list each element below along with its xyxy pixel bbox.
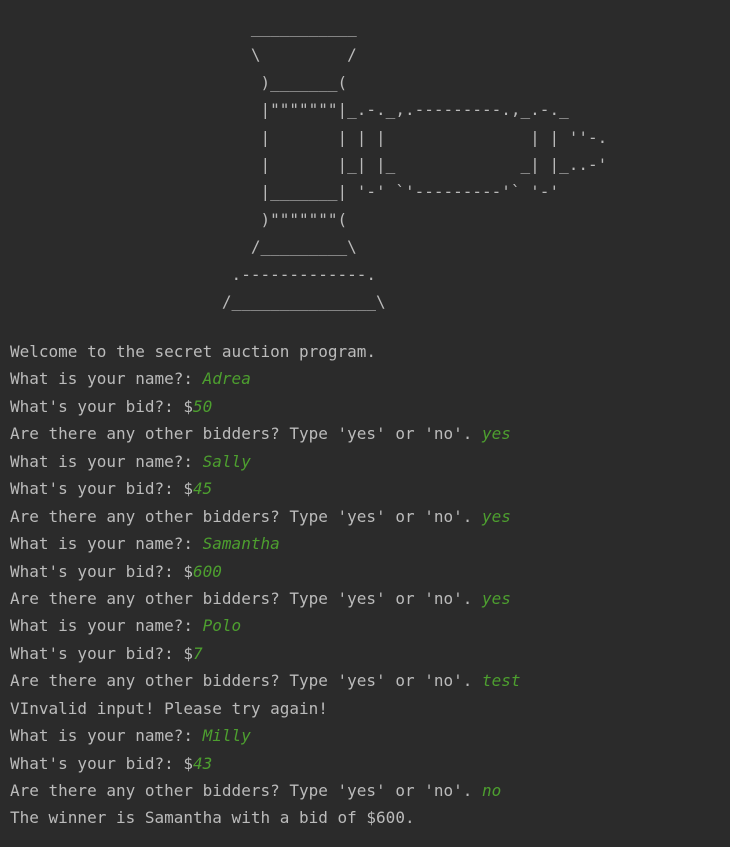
user-input: Polo xyxy=(202,616,242,636)
console-text: Welcome to the secret auction program. xyxy=(10,342,377,361)
console-text: What's your bid?: $ xyxy=(10,643,194,663)
console-text: Are there any other bidders? Type 'yes' … xyxy=(10,781,483,800)
winner-line: The winner is Samantha with a bid of $60… xyxy=(10,804,720,831)
ascii-line: ___________ xyxy=(10,18,357,37)
console-text: The winner is Samantha with a bid of $60… xyxy=(10,808,415,828)
console-text: What is your name?: xyxy=(10,726,203,746)
ascii-line: /_________\ xyxy=(10,237,357,257)
bid-prompt-line: What's your bid?: $45 xyxy=(10,475,720,502)
user-input: Milly xyxy=(202,726,251,746)
console-transcript: Welcome to the secret auction program. W… xyxy=(10,338,720,832)
name-prompt-line: What is your name?: Polo xyxy=(10,612,720,639)
user-input: test xyxy=(482,671,521,691)
user-input: yes xyxy=(482,424,511,444)
other-bidders-prompt-line: Are there any other bidders? Type 'yes' … xyxy=(10,777,720,804)
user-input: 43 xyxy=(193,753,213,773)
other-bidders-prompt-line: Are there any other bidders? Type 'yes' … xyxy=(10,503,720,530)
console-text: Are there any other bidders? Type 'yes' … xyxy=(10,588,483,608)
ascii-line: |"""""""|_.-._,.---------.,_.-._ xyxy=(10,100,569,120)
name-prompt-line: What is your name?: Sally xyxy=(10,448,720,475)
ascii-line: .-------------. xyxy=(10,264,377,284)
error-line: VInvalid input! Please try again! xyxy=(10,695,720,722)
console-text: What's your bid?: $ xyxy=(10,479,194,499)
other-bidders-prompt-line: Are there any other bidders? Type 'yes' … xyxy=(10,585,720,612)
console-text: What is your name?: xyxy=(10,369,203,389)
bid-prompt-line: What's your bid?: $50 xyxy=(10,393,720,420)
console-text: What is your name?: xyxy=(10,534,203,554)
console-output[interactable]: ___________ \ / )_______( |"""""""|_.-._… xyxy=(0,0,730,847)
other-bidders-prompt-line: Are there any other bidders? Type 'yes' … xyxy=(10,667,720,694)
bid-prompt-line: What's your bid?: $7 xyxy=(10,640,720,667)
console-text: What's your bid?: $ xyxy=(10,561,194,581)
other-bidders-prompt-line: Are there any other bidders? Type 'yes' … xyxy=(10,420,720,447)
ascii-line: | |_| |_ _| |_..-' xyxy=(10,155,608,175)
console-text: What is your name?: xyxy=(10,451,203,471)
gavel-ascii-art: ___________ \ / )_______( |"""""""|_.-._… xyxy=(10,14,607,315)
ascii-line: \ / xyxy=(10,45,357,65)
user-input: 600 xyxy=(193,561,222,581)
user-input: Adrea xyxy=(202,369,251,389)
console-text: Are there any other bidders? Type 'yes' … xyxy=(10,506,483,526)
console-text: VInvalid input! Please try again! xyxy=(10,698,328,718)
user-input: Sally xyxy=(202,451,251,471)
ascii-line: /_______________\ xyxy=(10,292,386,312)
user-input: yes xyxy=(482,506,511,526)
bid-prompt-line: What's your bid?: $43 xyxy=(10,750,720,777)
welcome-line: Welcome to the secret auction program. xyxy=(10,338,720,365)
ascii-line: )_______( xyxy=(10,72,348,92)
name-prompt-line: What is your name?: Adrea xyxy=(10,365,720,392)
name-prompt-line: What is your name?: Samantha xyxy=(10,530,720,557)
user-input: yes xyxy=(482,588,511,608)
ascii-line: |_______| '-' `'---------'` '-' xyxy=(10,182,560,202)
console-text: What's your bid?: $ xyxy=(10,396,194,416)
console-text: What is your name?: xyxy=(10,616,203,636)
ascii-line: | | | | | | ''-. xyxy=(10,127,608,147)
user-input: 50 xyxy=(193,396,213,416)
console-text: Are there any other bidders? Type 'yes' … xyxy=(10,671,483,691)
ascii-line: )"""""""( xyxy=(10,209,348,229)
console-text: What's your bid?: $ xyxy=(10,753,194,773)
user-input: Samantha xyxy=(202,534,280,554)
console-text: Are there any other bidders? Type 'yes' … xyxy=(10,424,483,444)
bid-prompt-line: What's your bid?: $600 xyxy=(10,558,720,585)
user-input: 45 xyxy=(193,479,213,499)
name-prompt-line: What is your name?: Milly xyxy=(10,722,720,749)
user-input: 7 xyxy=(193,643,203,663)
user-input: no xyxy=(482,781,502,800)
